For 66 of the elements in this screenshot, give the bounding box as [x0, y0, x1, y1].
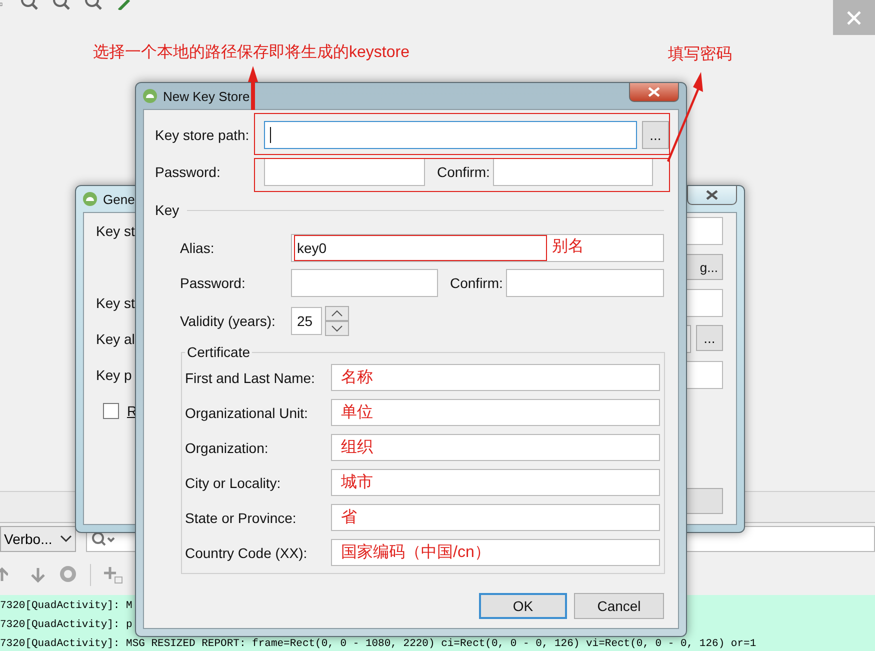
- down-arrow-icon[interactable]: [30, 567, 46, 583]
- close-icon: [705, 190, 719, 200]
- text-cursor: [270, 127, 271, 143]
- log-line: 7320[QuadActivity]: M: [0, 599, 132, 614]
- log-level-dropdown[interactable]: Verbo...: [0, 526, 76, 552]
- password-field[interactable]: [264, 158, 425, 186]
- checkbox[interactable]: [103, 403, 119, 419]
- field-label: Key store path:: [155, 127, 250, 143]
- field-label: State or Province:: [185, 510, 298, 526]
- log-line: 7320[QuadActivity]: p: [0, 618, 132, 633]
- window-title: Gene: [103, 192, 135, 206]
- input-field[interactable]: 城市: [331, 469, 660, 496]
- input-field[interactable]: 省: [331, 504, 660, 531]
- field-label: Organizational Unit:: [185, 404, 309, 420]
- browse-button[interactable]: ...: [696, 325, 723, 351]
- close-icon: [846, 10, 862, 26]
- add-icon[interactable]: [103, 565, 123, 585]
- close-button[interactable]: [629, 83, 679, 102]
- field-label: Country Code (XX):: [185, 544, 308, 560]
- zoom-icon[interactable]: [20, 0, 40, 10]
- close-button[interactable]: [687, 186, 737, 205]
- field-label: Validity (years):: [180, 313, 276, 329]
- input-field[interactable]: 名称: [331, 364, 660, 391]
- ok-button[interactable]: OK: [479, 593, 567, 619]
- input-field[interactable]: [686, 361, 723, 389]
- field-label: Key p: [96, 367, 133, 383]
- window-title: New Key Store: [163, 88, 250, 104]
- field-label: Organization:: [185, 440, 270, 456]
- input-field[interactable]: 国家编码（中国/cn）: [331, 539, 660, 566]
- password-field[interactable]: [291, 269, 438, 297]
- annotation-text: 填写密码: [668, 44, 732, 65]
- password-field[interactable]: [506, 269, 664, 297]
- dialog-button[interactable]: [684, 488, 723, 514]
- zoom-icon[interactable]: [84, 0, 104, 10]
- input-field[interactable]: [686, 289, 723, 317]
- choose-button[interactable]: g...: [684, 254, 723, 280]
- input-field[interactable]: 组织: [331, 434, 660, 461]
- field-label: Password:: [180, 275, 246, 291]
- up-arrow-icon[interactable]: [0, 567, 8, 583]
- group-title: Certificate: [186, 344, 252, 360]
- chevron-down-icon: [60, 535, 72, 543]
- field-label: Confirm:: [436, 164, 491, 180]
- input-field[interactable]: [686, 217, 723, 245]
- field-label: Key al: [96, 331, 136, 347]
- spin-up-button[interactable]: [325, 306, 349, 321]
- spinner-field[interactable]: 25: [291, 307, 322, 335]
- field-label: Alias:: [180, 240, 216, 256]
- field-label: First and Last Name:: [185, 370, 316, 386]
- annotation-text: 别名: [552, 237, 584, 257]
- zoom-icon[interactable]: [52, 0, 72, 10]
- browse-button[interactable]: ...: [642, 121, 669, 149]
- input-field[interactable]: [264, 121, 637, 149]
- cancel-button[interactable]: Cancel: [574, 593, 664, 619]
- close-icon: [647, 87, 661, 97]
- field-label: Password:: [155, 164, 222, 180]
- log-line: 7320[QuadActivity]: MSG RESIZED REPORT: frame=Rect(0, 0 - 1080, 2220) ci=Rect(0, 0 - 0, 126) vi=Rect(0, 0 - 0, 126) or=1: [0, 637, 756, 651]
- annotation-text: 选择一个本地的路径保存即将生成的keystore: [93, 42, 410, 63]
- section-title: Key: [155, 202, 180, 218]
- field-label: Confirm:: [449, 275, 504, 291]
- input-field[interactable]: 单位: [331, 399, 660, 426]
- field-label: Key st: [96, 223, 136, 239]
- password-field[interactable]: [493, 158, 653, 186]
- search-icon: [91, 531, 115, 547]
- spin-down-button[interactable]: [325, 321, 349, 336]
- field-label: Key st: [96, 295, 136, 311]
- field-label: City or Locality:: [185, 474, 282, 490]
